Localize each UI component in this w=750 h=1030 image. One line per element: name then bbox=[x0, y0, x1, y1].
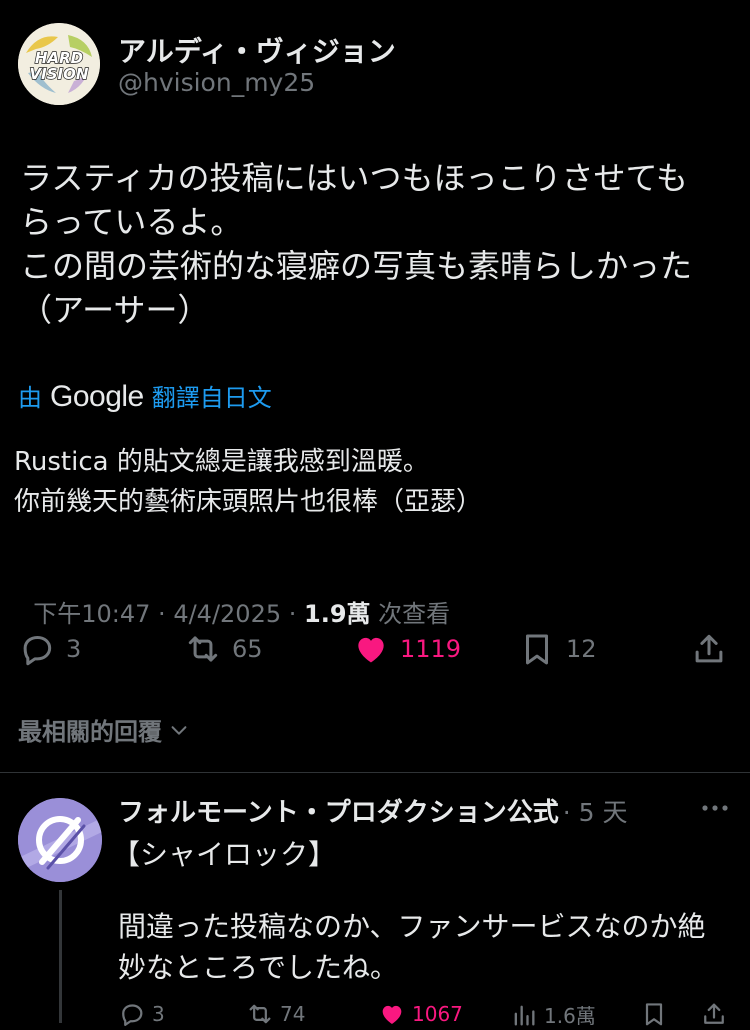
reply-like-count: 1067 bbox=[412, 1002, 463, 1026]
views-label: 次查看 bbox=[370, 600, 451, 628]
retweet-button[interactable]: 65 bbox=[184, 630, 263, 668]
reply-share-button[interactable] bbox=[700, 1000, 728, 1028]
views-chart-icon bbox=[514, 1005, 535, 1025]
tweet-timestamp[interactable]: 下午10:47 · 4/4/2025 · bbox=[33, 600, 304, 628]
reply-sort-label: 最相關的回覆 bbox=[18, 718, 162, 746]
retweet-count: 65 bbox=[232, 635, 263, 663]
reply-thread-line bbox=[59, 890, 62, 1023]
reply-action-bar: 3 74 1067 1.6萬 bbox=[118, 1000, 730, 1030]
hard-vision-logo: HARD VISION bbox=[18, 23, 100, 105]
share-icon bbox=[695, 634, 723, 663]
tweet-text: ラスティカの投稿にはいつもほっこりさせても らっているよ。 この間の芸術的な寝癖… bbox=[20, 156, 692, 332]
reply-tag-line: 【シャイロック】 bbox=[112, 838, 337, 871]
reply-bookmark-button[interactable] bbox=[640, 1000, 668, 1028]
reply-count: 3 bbox=[66, 635, 82, 663]
reply-line: 妙なところでしたね。 bbox=[118, 951, 399, 984]
formont-logo bbox=[18, 798, 102, 882]
like-count: 1119 bbox=[400, 635, 462, 663]
google-logo: Google bbox=[50, 380, 144, 413]
reply-avatar[interactable] bbox=[18, 798, 102, 882]
reply-reply-button[interactable]: 3 bbox=[118, 1000, 165, 1028]
translated-line: 你前幾天的藝術床頭照片也很棒（亞瑟） bbox=[14, 487, 483, 517]
divider bbox=[0, 772, 750, 773]
reply-header: フォルモーント・プロダクション公式 · 5 天 bbox=[118, 792, 627, 829]
tweet-line: らっているよ。 bbox=[20, 203, 243, 241]
more-options-button[interactable] bbox=[700, 798, 730, 818]
author-handle[interactable]: @hvision_my25 bbox=[118, 68, 315, 97]
share-icon bbox=[704, 1003, 724, 1024]
svg-text:VISION: VISION bbox=[30, 65, 89, 83]
reply-icon bbox=[122, 1004, 143, 1026]
tweet-line: この間の芸術的な寝癖の写真も素晴らしかった bbox=[20, 247, 693, 285]
reply-retweet-button[interactable]: 74 bbox=[246, 1000, 305, 1028]
reply-views-button[interactable]: 1.6萬 bbox=[510, 1000, 596, 1029]
reply-like-button[interactable]: 1067 bbox=[378, 1000, 463, 1028]
reply-display-name[interactable]: フォルモーント・プロダクション公式 bbox=[118, 792, 559, 829]
chevron-down-icon bbox=[171, 725, 187, 735]
tweet-line: ラスティカの投稿にはいつもほっこりさせても bbox=[20, 159, 688, 197]
views-count[interactable]: 1.9萬 bbox=[304, 600, 371, 628]
reply-sort-selector[interactable]: 最相關的回覆 bbox=[18, 712, 190, 747]
translated-text: Rustica 的貼文總是讓我感到溫暖。 你前幾天的藝術床頭照片也很棒（亞瑟） bbox=[14, 442, 482, 522]
reply-line: 間違った投稿なのか、ファンサービスなのか絶 bbox=[118, 910, 706, 943]
reply-reply-count: 3 bbox=[152, 1002, 165, 1026]
bookmark-icon bbox=[645, 1003, 663, 1026]
like-button[interactable]: 1119 bbox=[352, 630, 461, 668]
reply-views-count: 1.6萬 bbox=[544, 1004, 596, 1028]
reply-time[interactable]: · 5 天 bbox=[563, 793, 628, 829]
bookmark-count: 12 bbox=[566, 635, 597, 663]
translated-line: Rustica 的貼文總是讓我感到溫暖。 bbox=[14, 447, 429, 477]
reply-button[interactable]: 3 bbox=[18, 630, 81, 668]
tweet-line: （アーサー） bbox=[20, 291, 210, 329]
reply-text: 間違った投稿なのか、ファンサービスなのか絶 妙なところでしたね。 bbox=[118, 906, 705, 988]
retweet-icon bbox=[188, 636, 218, 662]
author-avatar[interactable]: HARD VISION bbox=[18, 23, 100, 105]
translation-attribution[interactable]: 由 Google 翻譯自日文 bbox=[18, 378, 272, 414]
bookmark-icon bbox=[525, 634, 549, 665]
tweet-action-bar: 3 65 1119 12 bbox=[18, 630, 730, 670]
more-horizontal-icon bbox=[702, 805, 728, 811]
tweet-meta: 下午10:47 · 4/4/2025 · 1.9萬 次查看 bbox=[18, 566, 450, 629]
retweet-icon bbox=[249, 1004, 271, 1024]
share-button[interactable] bbox=[690, 630, 728, 668]
reply-retweet-count: 74 bbox=[280, 1002, 306, 1026]
reply-icon bbox=[23, 635, 52, 666]
bookmark-button[interactable]: 12 bbox=[518, 630, 597, 668]
translated-from-label: 翻譯自日文 bbox=[151, 384, 272, 412]
author-display-name[interactable]: アルディ・ヴィジョン bbox=[118, 30, 396, 70]
heart-filled-icon bbox=[358, 637, 384, 663]
heart-filled-icon bbox=[382, 1005, 402, 1024]
translated-by-prefix: 由 bbox=[18, 384, 42, 412]
